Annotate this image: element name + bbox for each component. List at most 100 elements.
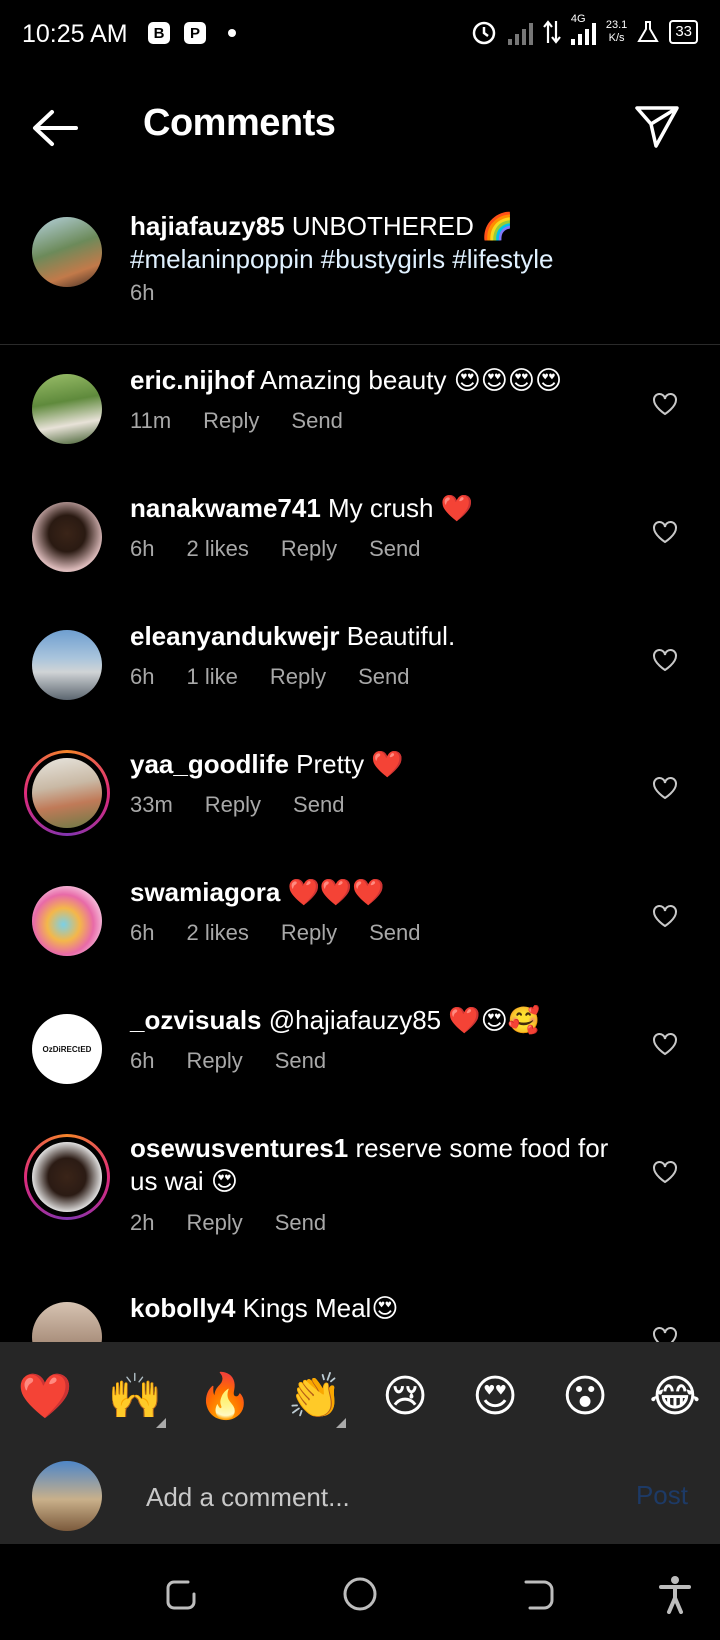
comment-meta: 6h Reply Send <box>130 1048 326 1074</box>
comment-username[interactable]: nanakwame741 <box>130 493 321 523</box>
status-time: 10:25 AM <box>22 20 128 48</box>
comment-time: 6h <box>130 920 155 945</box>
comment-text: _ozvisuals @hajiafauzy85 ❤️😍🥰 <box>130 1004 620 1037</box>
comment-meta: 6h 1 like Reply Send <box>130 664 409 690</box>
emoji-clap-button[interactable]: 👏 <box>280 1370 350 1428</box>
app-notification-icon: P <box>184 22 206 44</box>
comment-body: Pretty ❤️ <box>288 749 404 779</box>
emoji-heart-eyes-button[interactable]: 😍 <box>460 1371 530 1422</box>
skin-tone-indicator <box>336 1418 346 1428</box>
send-button[interactable]: Send <box>275 1048 326 1074</box>
caption-time: 6h <box>130 280 155 305</box>
comment-time: 33m <box>130 792 173 817</box>
comment-meta: 2h Reply Send <box>130 1210 326 1236</box>
emoji-surprised-button[interactable]: 😮 <box>550 1371 620 1422</box>
caption-hashtags[interactable]: #melaninpoppin #bustygirls #lifestyle <box>130 244 553 274</box>
comment-meta: 33m Reply Send <box>130 792 344 818</box>
comment-item: yaa_goodlife Pretty ❤️ 33m Reply Send <box>0 746 720 874</box>
heart-icon[interactable] <box>652 904 678 928</box>
heart-icon[interactable] <box>652 392 678 416</box>
comment-likes[interactable]: 2 likes <box>186 920 248 946</box>
notification-icons: B P <box>148 22 236 44</box>
emoji-raised-hands-button[interactable]: 🙌 <box>100 1370 170 1428</box>
avatar[interactable] <box>32 758 102 828</box>
emoji-glyph: 👏 <box>287 1372 343 1421</box>
avatar[interactable] <box>32 374 102 444</box>
accessibility-icon[interactable] <box>655 1574 695 1614</box>
comment-meta: 6h 2 likes Reply Send <box>130 536 420 562</box>
post-button[interactable]: Post <box>636 1480 688 1511</box>
heart-icon[interactable] <box>652 1032 678 1056</box>
speed-value: 23.1 <box>605 19 628 31</box>
caption-text: hajiafauzy85 UNBOTHERED 🌈 #melaninpoppin… <box>130 210 600 276</box>
heart-icon[interactable] <box>652 648 678 672</box>
reply-button[interactable]: Reply <box>281 536 337 562</box>
home-icon[interactable] <box>340 1574 380 1614</box>
reply-button[interactable]: Reply <box>205 792 261 818</box>
send-button[interactable]: Send <box>293 792 344 818</box>
reply-button[interactable]: Reply <box>281 920 337 946</box>
avatar[interactable] <box>32 886 102 956</box>
send-button[interactable]: Send <box>369 920 420 946</box>
caption-body: UNBOTHERED 🌈 <box>284 211 514 241</box>
recents-icon[interactable] <box>160 1574 200 1614</box>
send-button[interactable]: Send <box>358 664 409 690</box>
comment-item: nanakwame741 My crush ❤️ 6h 2 likes Repl… <box>0 490 720 618</box>
comment-time: 6h <box>130 664 155 689</box>
status-bar: 10:25 AM B P 4G 23.1 K/s 33 <box>0 0 720 72</box>
heart-icon[interactable] <box>652 520 678 544</box>
skin-tone-indicator <box>156 1418 166 1428</box>
avatar[interactable] <box>32 1142 102 1212</box>
emoji-quick-bar: ❤️ 🙌 🔥 👏 😢 😍 😮 😂 <box>0 1342 720 1450</box>
comment-username[interactable]: eleanyandukwejr <box>130 621 340 651</box>
heart-icon[interactable] <box>652 1326 678 1342</box>
avatar[interactable] <box>32 502 102 572</box>
send-button[interactable]: Send <box>291 408 342 434</box>
comment-body: Kings Meal😍 <box>235 1293 399 1323</box>
send-button[interactable]: Send <box>275 1210 326 1236</box>
signal-icon <box>507 19 533 45</box>
back-nav-icon[interactable] <box>518 1574 558 1614</box>
send-button[interactable]: Send <box>369 536 420 562</box>
reply-button[interactable]: Reply <box>186 1210 242 1236</box>
comment-username[interactable]: _ozvisuals <box>130 1005 262 1035</box>
comment-body: Beautiful. <box>339 621 456 651</box>
comment-likes[interactable]: 1 like <box>186 664 237 690</box>
comment-item: eleanyandukwejr Beautiful. 6h 1 like Rep… <box>0 618 720 746</box>
emoji-glyph: 🙌 <box>107 1372 163 1421</box>
comment-input[interactable] <box>144 1474 588 1520</box>
network-label: 4G <box>570 13 586 25</box>
comment-body: @hajiafauzy85 ❤️😍🥰 <box>261 1005 541 1035</box>
emoji-crying-button[interactable]: 😢 <box>370 1371 440 1422</box>
avatar[interactable] <box>32 1302 102 1342</box>
avatar[interactable]: OzDiRECtED <box>32 1014 102 1084</box>
comment-body: My crush ❤️ <box>320 493 474 523</box>
reply-button[interactable]: Reply <box>270 664 326 690</box>
battery-icon: 33 <box>669 20 698 44</box>
comment-likes[interactable]: 2 likes <box>186 536 248 562</box>
arrow-left-icon[interactable] <box>30 106 80 150</box>
reply-button[interactable]: Reply <box>203 408 259 434</box>
reply-button[interactable]: Reply <box>186 1048 242 1074</box>
avatar[interactable] <box>32 217 102 287</box>
emoji-laughing-button[interactable]: 😂 <box>640 1371 710 1422</box>
caption-username[interactable]: hajiafauzy85 <box>130 211 285 241</box>
emoji-fire-button[interactable]: 🔥 <box>190 1370 260 1422</box>
heart-icon[interactable] <box>652 776 678 800</box>
comment-text: nanakwame741 My crush ❤️ <box>130 492 620 525</box>
emoji-heart-button[interactable]: ❤️ <box>10 1370 80 1422</box>
comment-username[interactable]: yaa_goodlife <box>130 749 289 779</box>
comment-username[interactable]: swamiagora <box>130 877 280 907</box>
comment-username[interactable]: eric.nijhof <box>130 365 254 395</box>
avatar[interactable] <box>32 630 102 700</box>
paper-plane-icon[interactable] <box>634 104 680 150</box>
comment-meta: 6h 2 likes Reply Send <box>130 920 420 946</box>
comment-item: osewusventures1 reserve some food for us… <box>0 1130 720 1290</box>
comment-username[interactable]: osewusventures1 <box>130 1133 348 1163</box>
heart-icon[interactable] <box>652 1160 678 1184</box>
comment-username[interactable]: kobolly4 <box>130 1293 235 1323</box>
comment-text: swamiagora ❤️❤️❤️ <box>130 876 620 909</box>
network-speed: 23.1 K/s <box>606 19 627 45</box>
comment-text: kobolly4 Kings Meal😍 <box>130 1292 620 1325</box>
page-title: Comments <box>143 102 336 144</box>
